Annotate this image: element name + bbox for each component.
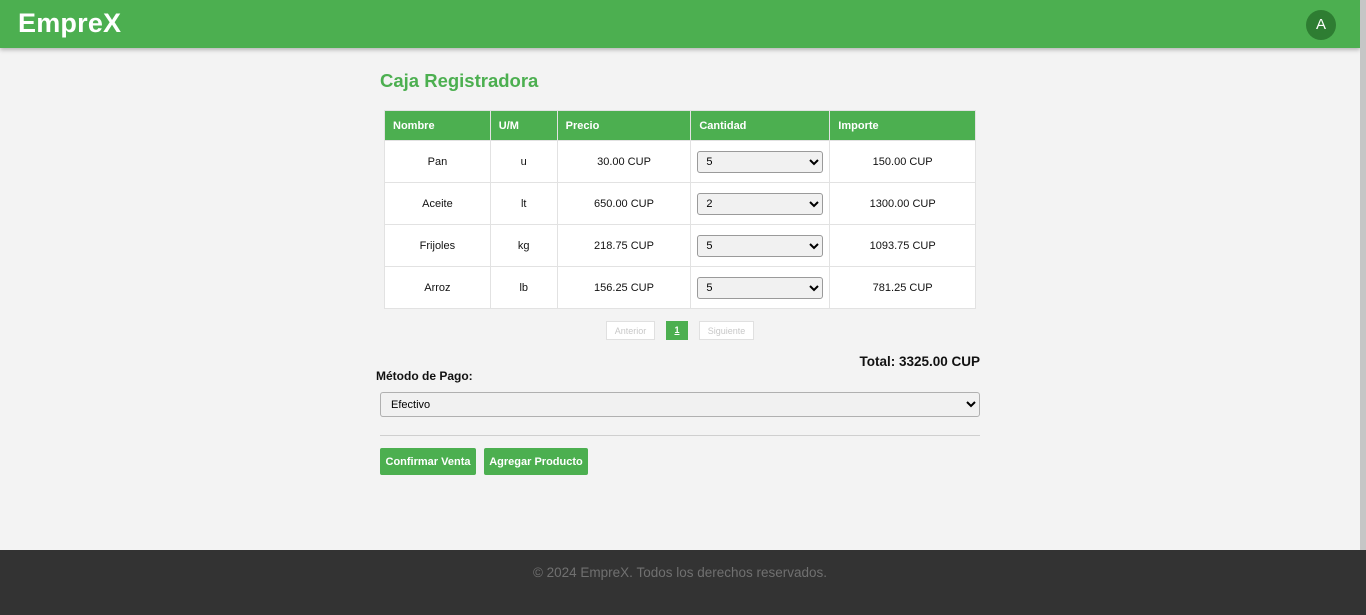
cell-cantidad: 5 — [690, 266, 831, 309]
confirm-sale-button[interactable]: Confirmar Venta — [380, 448, 476, 475]
quantity-select[interactable]: 2 — [697, 192, 824, 215]
pagination-page-1[interactable]: 1 — [666, 321, 688, 340]
add-product-button[interactable]: Agregar Producto — [484, 448, 588, 475]
cell-cantidad: 5 — [690, 140, 831, 183]
brand-logo[interactable]: EmpreX — [18, 8, 121, 39]
cell-nombre: Aceite — [384, 182, 491, 225]
cell-nombre: Pan — [384, 140, 491, 183]
cell-precio: 650.00 CUP — [556, 182, 692, 225]
table-header-row: Nombre U/M Precio Cantidad Importe — [384, 110, 976, 141]
footer: © 2024 EmpreX. Todos los derechos reserv… — [0, 550, 1366, 615]
table-row: Aceite lt 650.00 CUP 2 1300.00 CUP — [384, 182, 976, 225]
cell-nombre: Frijoles — [384, 224, 491, 267]
app-header: EmpreX A — [0, 0, 1360, 48]
cell-cantidad: 2 — [690, 182, 831, 225]
total-amount: Total: 3325.00 CUP — [859, 354, 980, 369]
column-header-um: U/M — [489, 110, 558, 141]
cell-um: kg — [489, 224, 558, 267]
cell-um: u — [489, 140, 558, 183]
cell-cantidad: 5 — [690, 224, 831, 267]
cart-table: Nombre U/M Precio Cantidad Importe Pan u… — [384, 110, 976, 309]
table-row: Frijoles kg 218.75 CUP 5 1093.75 CUP — [384, 224, 976, 267]
pagination-prev-button[interactable]: Anterior — [606, 321, 655, 340]
column-header-precio: Precio — [556, 110, 692, 141]
column-header-nombre: Nombre — [384, 110, 491, 141]
payment-method-label: Método de Pago: — [376, 369, 473, 383]
quantity-select[interactable]: 5 — [697, 150, 824, 173]
footer-copyright: © 2024 EmpreX. Todos los derechos reserv… — [532, 565, 828, 580]
cell-importe: 150.00 CUP — [829, 140, 976, 183]
cell-um: lb — [489, 266, 558, 309]
cell-precio: 218.75 CUP — [556, 224, 692, 267]
divider — [380, 435, 980, 436]
page-title: Caja Registradora — [380, 70, 539, 91]
cell-importe: 1093.75 CUP — [829, 224, 976, 267]
column-header-importe: Importe — [829, 110, 976, 141]
column-header-cantidad: Cantidad — [690, 110, 831, 141]
user-avatar[interactable]: A — [1306, 10, 1336, 40]
table-row: Arroz lb 156.25 CUP 5 781.25 CUP — [384, 266, 976, 309]
table-row: Pan u 30.00 CUP 5 150.00 CUP — [384, 140, 976, 183]
cell-um: lt — [489, 182, 558, 225]
cell-importe: 1300.00 CUP — [829, 182, 976, 225]
pagination-next-button[interactable]: Siguiente — [699, 321, 754, 340]
cell-importe: 781.25 CUP — [829, 266, 976, 309]
cell-nombre: Arroz — [384, 266, 491, 309]
cell-precio: 30.00 CUP — [556, 140, 692, 183]
quantity-select[interactable]: 5 — [697, 276, 824, 299]
cell-precio: 156.25 CUP — [556, 266, 692, 309]
payment-method-select[interactable]: Efectivo — [380, 392, 980, 417]
quantity-select[interactable]: 5 — [697, 234, 824, 257]
scrollbar[interactable] — [1360, 0, 1366, 550]
